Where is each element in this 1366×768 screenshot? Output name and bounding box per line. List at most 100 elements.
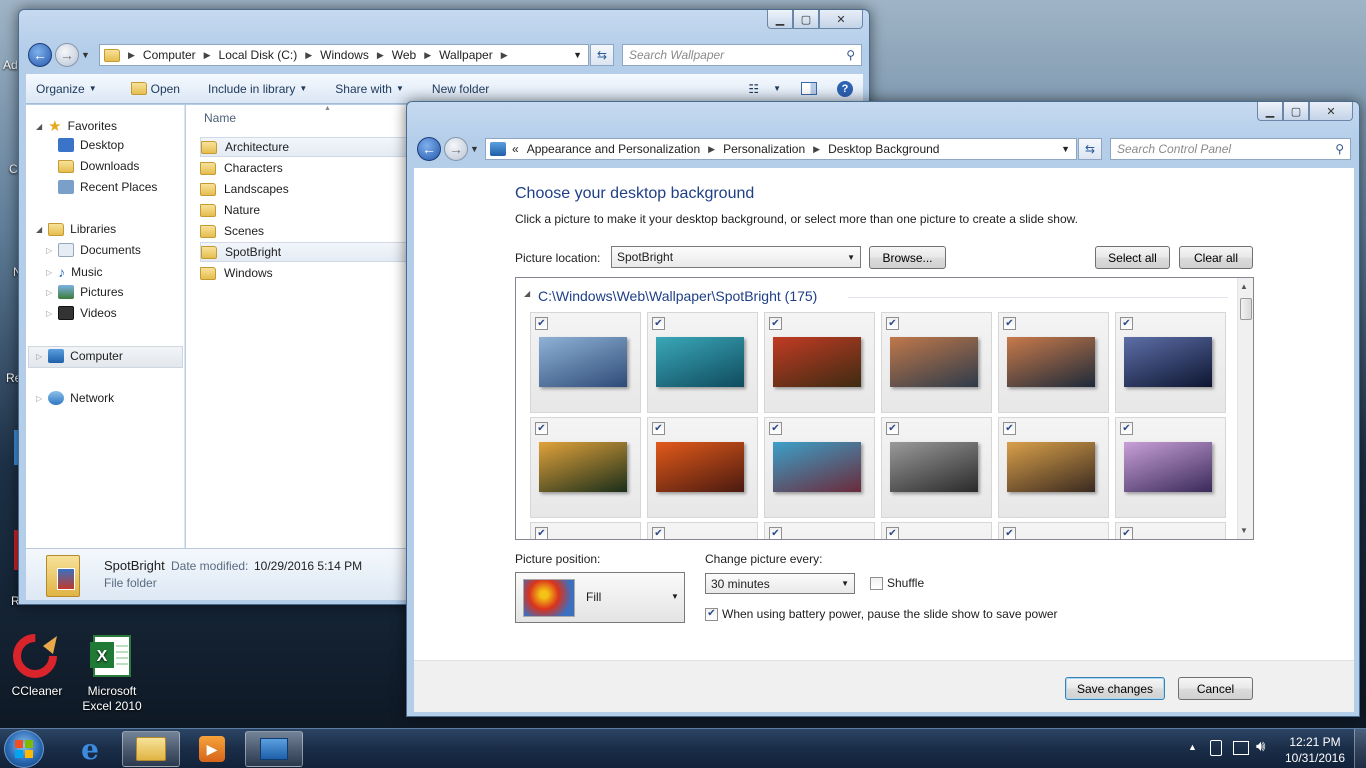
wallpaper-thumbnail[interactable]: ✔ — [647, 312, 758, 413]
list-item[interactable]: Windows — [200, 263, 408, 283]
breadcrumb-item[interactable]: Windows — [320, 48, 369, 62]
wallpaper-thumbnail[interactable]: ✔ — [764, 522, 875, 539]
browse-button[interactable]: Browse... — [869, 246, 946, 269]
nav-desktop[interactable]: Desktop — [58, 138, 124, 152]
breadcrumb-item[interactable]: Computer — [143, 48, 196, 62]
nav-downloads[interactable]: Downloads — [58, 159, 139, 173]
change-picture-interval-select[interactable]: 30 minutes ▼ — [705, 573, 855, 594]
nav-music[interactable]: ▷ ♪ Music — [46, 264, 103, 280]
clock[interactable]: 12:21 PM 10/31/2016 — [1282, 734, 1348, 766]
minimize-button[interactable]: ▁ — [767, 10, 793, 29]
checkbox-icon[interactable]: ✔ — [769, 317, 782, 330]
nav-network[interactable]: ▷ Network — [36, 391, 114, 405]
show-hidden-icons-icon[interactable]: ▲ — [1188, 742, 1197, 752]
wallpaper-thumbnail[interactable]: ✔ — [764, 417, 875, 518]
show-desktop-button[interactable] — [1354, 729, 1366, 768]
share-with-button[interactable]: Share with ▼ — [325, 82, 414, 96]
taskbar-control-panel[interactable] — [245, 731, 303, 767]
wallpaper-thumbnail[interactable]: ✔ — [881, 522, 992, 539]
nav-documents[interactable]: ▷ Documents — [46, 243, 141, 257]
wallpaper-thumbnail[interactable]: ✔ — [998, 522, 1109, 539]
back-icon[interactable]: ← — [417, 137, 441, 161]
wallpaper-thumbnail[interactable]: ✔ — [1115, 417, 1226, 518]
network-tray-icon[interactable] — [1233, 741, 1249, 755]
wallpaper-thumbnail[interactable]: ✔ — [530, 417, 641, 518]
clear-all-button[interactable]: Clear all — [1179, 246, 1253, 269]
search-wallpaper-input[interactable]: Search Wallpaper ⚲ — [622, 44, 862, 66]
breadcrumb-item[interactable]: Appearance and Personalization — [527, 142, 700, 156]
checkbox-icon[interactable]: ✔ — [886, 527, 899, 539]
checkbox-icon[interactable]: ✔ — [535, 317, 548, 330]
collapse-group-icon[interactable]: ◢ — [524, 289, 530, 298]
breadcrumb-item[interactable]: Desktop Background — [828, 142, 939, 156]
control-panel-address-bar[interactable]: « Appearance and Personalization ▶ Person… — [485, 138, 1077, 160]
list-item[interactable]: Nature — [200, 200, 408, 220]
taskbar-windows-explorer[interactable] — [122, 731, 180, 767]
search-control-panel-input[interactable]: Search Control Panel ⚲ — [1110, 138, 1351, 160]
maximize-button[interactable]: ▢ — [793, 10, 819, 29]
desktop-icon-ccleaner[interactable]: CCleaner — [2, 632, 72, 699]
desktop-icon-excel[interactable]: X Microsoft Excel 2010 — [77, 632, 147, 714]
wallpaper-thumbnail[interactable]: ✔ — [530, 522, 641, 539]
nav-libraries[interactable]: ◢ Libraries — [36, 222, 116, 236]
cancel-button[interactable]: Cancel — [1178, 677, 1253, 700]
address-dropdown-icon[interactable]: ▼ — [573, 50, 582, 60]
picture-position-select[interactable]: Fill ▼ — [515, 572, 685, 623]
checkbox-icon[interactable]: ✔ — [652, 422, 665, 435]
open-button[interactable]: Open — [121, 82, 190, 96]
explorer-address-bar[interactable]: ▶ Computer ▶ Local Disk (C:) ▶ Windows ▶ We… — [99, 44, 589, 66]
new-folder-button[interactable]: New folder — [422, 82, 499, 96]
breadcrumb-item[interactable]: Personalization — [723, 142, 805, 156]
breadcrumb-item[interactable]: Web — [392, 48, 416, 62]
list-item[interactable]: Characters — [200, 158, 408, 178]
wallpaper-thumbnail[interactable]: ✔ — [1115, 312, 1226, 413]
checkbox-icon[interactable]: ✔ — [535, 527, 548, 539]
checkbox-icon[interactable]: ✔ — [652, 527, 665, 539]
save-changes-button[interactable]: Save changes — [1065, 677, 1165, 700]
wallpaper-thumbnail[interactable]: ✔ — [764, 312, 875, 413]
recent-pages-chevron-icon[interactable]: ▼ — [81, 50, 90, 60]
forward-icon[interactable]: → — [55, 43, 79, 67]
close-button[interactable]: ✕ — [819, 10, 863, 29]
checkbox-icon[interactable]: ✔ — [1120, 422, 1133, 435]
checkbox-icon[interactable]: ✔ — [1003, 317, 1016, 330]
close-button[interactable]: ✕ — [1309, 102, 1353, 121]
change-view-button[interactable]: ☷ ▼ — [738, 82, 791, 96]
forward-icon[interactable]: → — [444, 137, 468, 161]
nav-pictures[interactable]: ▷ Pictures — [46, 285, 124, 299]
breadcrumb-overflow[interactable]: « — [512, 142, 519, 156]
checkbox-icon[interactable]: ✔ — [1120, 527, 1133, 539]
wallpaper-thumbnail[interactable]: ✔ — [881, 312, 992, 413]
checkbox-icon[interactable]: ✔ — [1120, 317, 1133, 330]
wallpaper-thumbnail[interactable]: ✔ — [998, 417, 1109, 518]
checkbox-icon[interactable]: ✔ — [886, 317, 899, 330]
preview-pane-button[interactable] — [791, 82, 827, 95]
checkbox-icon[interactable]: ✔ — [769, 422, 782, 435]
column-header-name[interactable]: Name — [204, 111, 236, 125]
checkbox-icon[interactable]: ✔ — [1003, 527, 1016, 539]
help-button[interactable]: ? — [827, 80, 863, 97]
list-item[interactable]: Landscapes — [200, 179, 408, 199]
taskbar-internet-explorer[interactable]: e — [61, 731, 119, 767]
wallpaper-thumbnail[interactable]: ✔ — [1115, 522, 1226, 539]
shuffle-checkbox[interactable]: Shuffle — [870, 576, 924, 590]
checkbox-icon[interactable]: ✔ — [886, 422, 899, 435]
vertical-scrollbar[interactable]: ▲ ▼ — [1237, 278, 1253, 539]
wallpaper-thumbnail[interactable]: ✔ — [647, 522, 758, 539]
volume-icon[interactable]: 🔊︎ — [1256, 738, 1265, 755]
nav-computer[interactable]: ▷ Computer — [36, 349, 123, 363]
nav-videos[interactable]: ▷ Videos — [46, 306, 117, 320]
checkbox-icon[interactable]: ✔ — [1003, 422, 1016, 435]
minimize-button[interactable]: ▁ — [1257, 102, 1283, 121]
list-item[interactable]: Scenes — [200, 221, 408, 241]
list-item[interactable]: SpotBright — [200, 242, 408, 262]
maximize-button[interactable]: ▢ — [1283, 102, 1309, 121]
picture-location-select[interactable]: SpotBright ▼ — [611, 246, 861, 268]
wallpaper-thumbnail[interactable]: ✔ — [998, 312, 1109, 413]
address-dropdown-icon[interactable]: ▼ — [1061, 144, 1070, 154]
list-item[interactable]: Architecture — [200, 137, 408, 157]
wallpaper-thumbnail[interactable]: ✔ — [881, 417, 992, 518]
wallpaper-thumbnail[interactable]: ✔ — [530, 312, 641, 413]
organize-button[interactable]: Organize ▼ — [26, 82, 107, 96]
wallpaper-thumbnail[interactable]: ✔ — [647, 417, 758, 518]
